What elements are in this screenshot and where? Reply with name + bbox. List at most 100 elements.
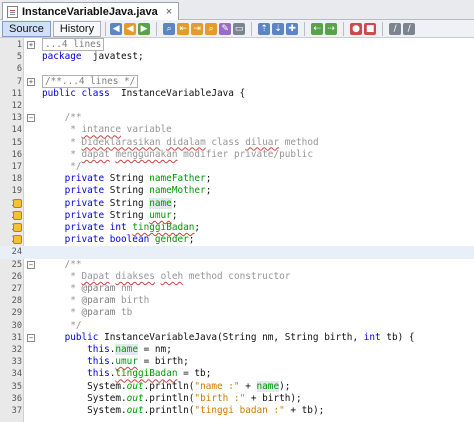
code-token: Dapat — [81, 270, 110, 282]
start-macro-icon[interactable]: ● — [350, 22, 363, 35]
code-token: @param — [81, 307, 116, 319]
code-text: private String name; — [42, 197, 177, 210]
line-number: 27 — [11, 284, 22, 294]
code-line[interactable]: 24 — [0, 246, 474, 259]
toggle-bookmark-icon[interactable]: ✚ — [286, 22, 299, 35]
code-line[interactable]: 35 System.out.println("name :" + name); — [0, 380, 474, 393]
code-line[interactable]: 19 private String nameMother; — [0, 185, 474, 197]
code-token: ...4 lines — [42, 38, 105, 51]
code-line[interactable]: 33 this.umur = birth; — [0, 356, 474, 368]
toolbar-separator — [343, 21, 345, 36]
code-line[interactable]: 21 private String umur; — [0, 210, 474, 222]
shift-left-icon[interactable]: ⇠ — [311, 22, 324, 35]
code-line[interactable]: 16 * dapat menggunakan modifier private/… — [0, 149, 474, 161]
code-line[interactable]: 32 this.name = nm; — [0, 344, 474, 356]
comment-icon[interactable]: / — [389, 22, 402, 35]
code-line[interactable]: 14 * intance variable — [0, 124, 474, 136]
code-line[interactable]: 22 private int tinggiBadan; — [0, 222, 474, 234]
line-number: 13 — [11, 113, 22, 124]
code-line[interactable]: 28 * @param birth — [0, 295, 474, 307]
find-icon[interactable]: ⌕ — [163, 22, 176, 35]
uncomment-icon[interactable]: / — [403, 22, 416, 35]
code-line[interactable]: 5 package javatest; — [0, 51, 474, 63]
code-line[interactable]: 29 * @param tb — [0, 307, 474, 319]
code-line[interactable]: 37 System.out.println("tinggi badan :" +… — [0, 405, 474, 417]
code-line[interactable]: 1 + ...4 lines — [0, 38, 474, 51]
code-line[interactable]: 36 System.out.println("birth :" + birth)… — [0, 393, 474, 405]
warning-hint-icon[interactable] — [13, 198, 22, 208]
back-icon[interactable]: ◀ — [124, 22, 137, 35]
collapse-fold-icon[interactable]: − — [27, 260, 35, 269]
line-number: 26 — [11, 271, 22, 282]
code-line[interactable]: 31− public InstanceVariableJava(String n… — [0, 332, 474, 344]
code-token: package — [42, 51, 82, 63]
find-selection-icon[interactable]: ⌕ — [205, 22, 218, 35]
collapse-fold-icon[interactable]: − — [27, 114, 35, 123]
toggle-highlight-icon[interactable]: ✎ — [219, 22, 232, 35]
code-line[interactable]: 17 */ — [0, 161, 474, 173]
file-tab[interactable]: InstanceVariableJava.java × — [2, 2, 180, 20]
code-token: @param — [81, 283, 116, 294]
expand-fold-icon[interactable]: + — [27, 41, 35, 49]
code-text: ...4 lines — [42, 38, 105, 51]
code-token: ; — [171, 209, 178, 221]
warning-hint-icon[interactable] — [13, 223, 22, 232]
code-token: private — [42, 173, 105, 185]
code-token: method constructor — [183, 270, 291, 282]
code-token: private — [42, 197, 105, 209]
close-tab-icon[interactable]: × — [166, 6, 172, 18]
next-bookmark-icon[interactable]: ⇣ — [272, 22, 285, 35]
last-edit-icon[interactable]: ◀ — [110, 22, 123, 35]
warning-hint-icon[interactable] — [13, 210, 22, 220]
code-text: private String nameMother; — [42, 185, 212, 197]
source-view-button[interactable]: Source — [2, 20, 51, 37]
code-line[interactable]: 27 * @param nm — [0, 283, 474, 295]
toolbar-separator — [382, 21, 384, 36]
code-line[interactable]: 18 private String nameFather; — [0, 173, 474, 185]
code-line[interactable]: 6 — [0, 63, 474, 75]
code-line[interactable]: 26 * Dapat diakses oleh method construct… — [0, 271, 474, 283]
code-line[interactable]: 12 — [0, 100, 474, 112]
expand-fold-icon[interactable]: + — [27, 77, 35, 86]
code-line[interactable]: 34 this.tinggiBadan = tb; — [0, 368, 474, 380]
find-previous-icon[interactable]: ⇤ — [177, 22, 190, 35]
code-token: ; — [188, 234, 195, 246]
code-token: private — [42, 185, 105, 197]
code-text: public InstanceVariableJava(String nm, S… — [42, 332, 415, 344]
code-token: String — [104, 197, 150, 209]
toolbar-separator — [304, 21, 306, 36]
line-number: 31 — [11, 332, 22, 343]
code-text: this.tinggiBadan = tb; — [42, 368, 211, 380]
code-token: nameFather — [149, 173, 206, 185]
stop-macro-icon[interactable]: ■ — [364, 22, 377, 35]
code-token: private boolean — [42, 234, 150, 246]
previous-bookmark-icon[interactable]: ⇡ — [258, 22, 271, 35]
find-next-icon[interactable]: ⇥ — [191, 22, 204, 35]
code-text: System.out.println("name :" + name); — [42, 380, 290, 393]
code-line[interactable]: 23 private boolean gender; — [0, 234, 474, 246]
code-text: /**...4 lines */ — [42, 74, 139, 88]
code-line[interactable]: 20 private String name; — [0, 197, 474, 210]
forward-icon[interactable]: ▶ — [138, 22, 151, 35]
code-editor[interactable]: 1 + ...4 lines 5 package javatest; 6 7 + /**...4… — [0, 38, 474, 422]
history-view-button[interactable]: History — [52, 20, 102, 37]
code-token: String — [104, 185, 150, 197]
collapse-fold-icon[interactable]: − — [27, 333, 35, 342]
shift-right-icon[interactable]: ⇢ — [325, 22, 338, 35]
code-token: .println( — [143, 405, 195, 416]
warning-hint-icon[interactable] — [13, 235, 22, 245]
line-number: 36 — [11, 393, 22, 404]
code-line[interactable]: 25− /** — [0, 259, 474, 271]
code-line[interactable]: 15 * Dideklarasikan didalam class diluar… — [0, 137, 474, 149]
toggle-rectangular-icon[interactable]: ▭ — [233, 22, 246, 35]
code-text: * @param nm — [42, 283, 132, 295]
code-line[interactable]: 11 public class InstanceVariableJava { — [0, 88, 474, 100]
code-token: "tinggi badan :" — [194, 405, 285, 416]
line-number: 15 — [11, 137, 22, 148]
code-token: this — [42, 368, 110, 380]
code-token: Dideklarasikan — [81, 136, 161, 148]
code-line[interactable]: 13− /** — [0, 112, 474, 124]
code-line[interactable]: 30 */ — [0, 320, 474, 332]
code-line[interactable]: 7 + /**...4 lines */ — [0, 74, 474, 88]
code-token: tinggiBadan — [115, 368, 178, 380]
